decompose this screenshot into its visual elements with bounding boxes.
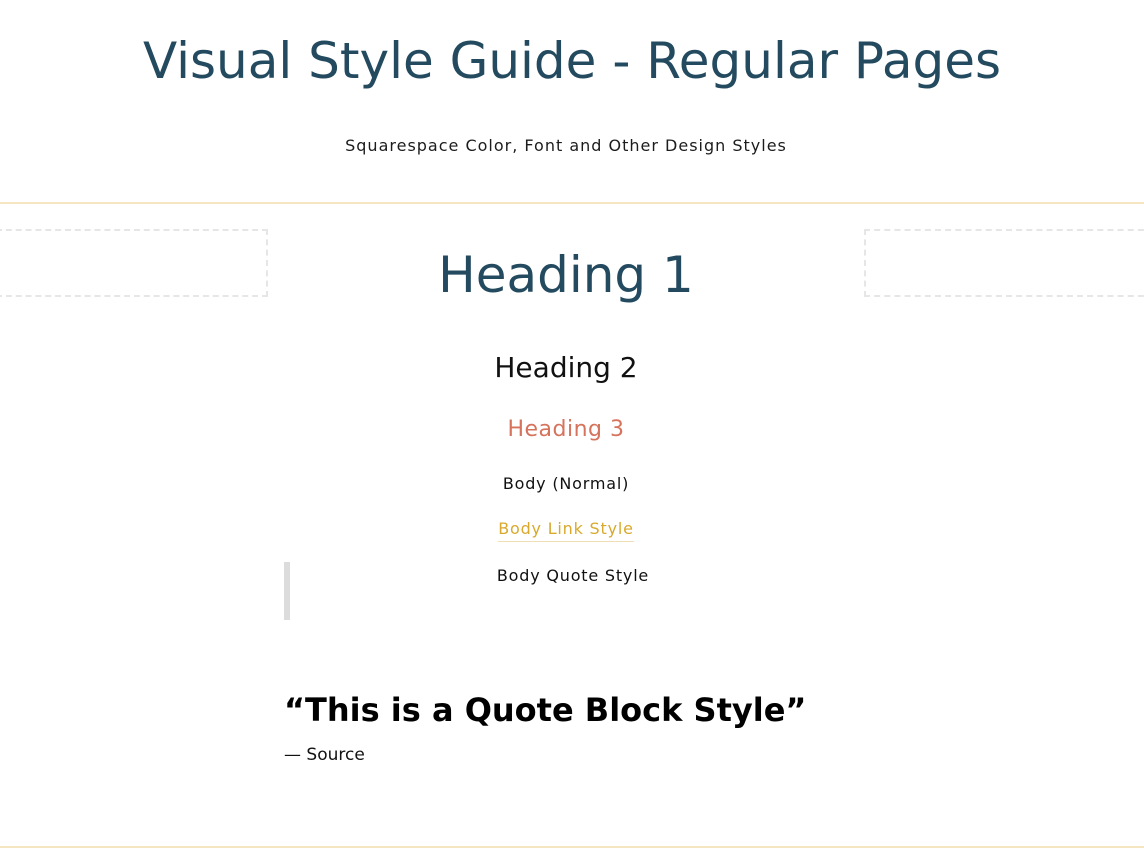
page: Visual Style Guide - Regular Pages Squar… [0, 0, 1144, 848]
top-divider [0, 202, 1144, 204]
page-title: Visual Style Guide - Regular Pages [142, 32, 1002, 90]
heading-1-sample: Heading 1 [438, 246, 694, 304]
body-quote-sample: Body Quote Style [496, 566, 650, 585]
heading-2-sample: Heading 2 [494, 351, 638, 384]
quote-block-text: “This is a Quote Block Style” [284, 691, 807, 729]
quote-block-source: — Source [284, 745, 365, 765]
body-link-container: Body Link Style [0, 518, 1132, 542]
body-link-sample[interactable]: Body Link Style [498, 518, 634, 542]
page-subtitle: Squarespace Color, Font and Other Design… [345, 136, 787, 155]
heading-3-sample: Heading 3 [507, 417, 625, 442]
body-normal-sample: Body (Normal) [502, 474, 630, 493]
